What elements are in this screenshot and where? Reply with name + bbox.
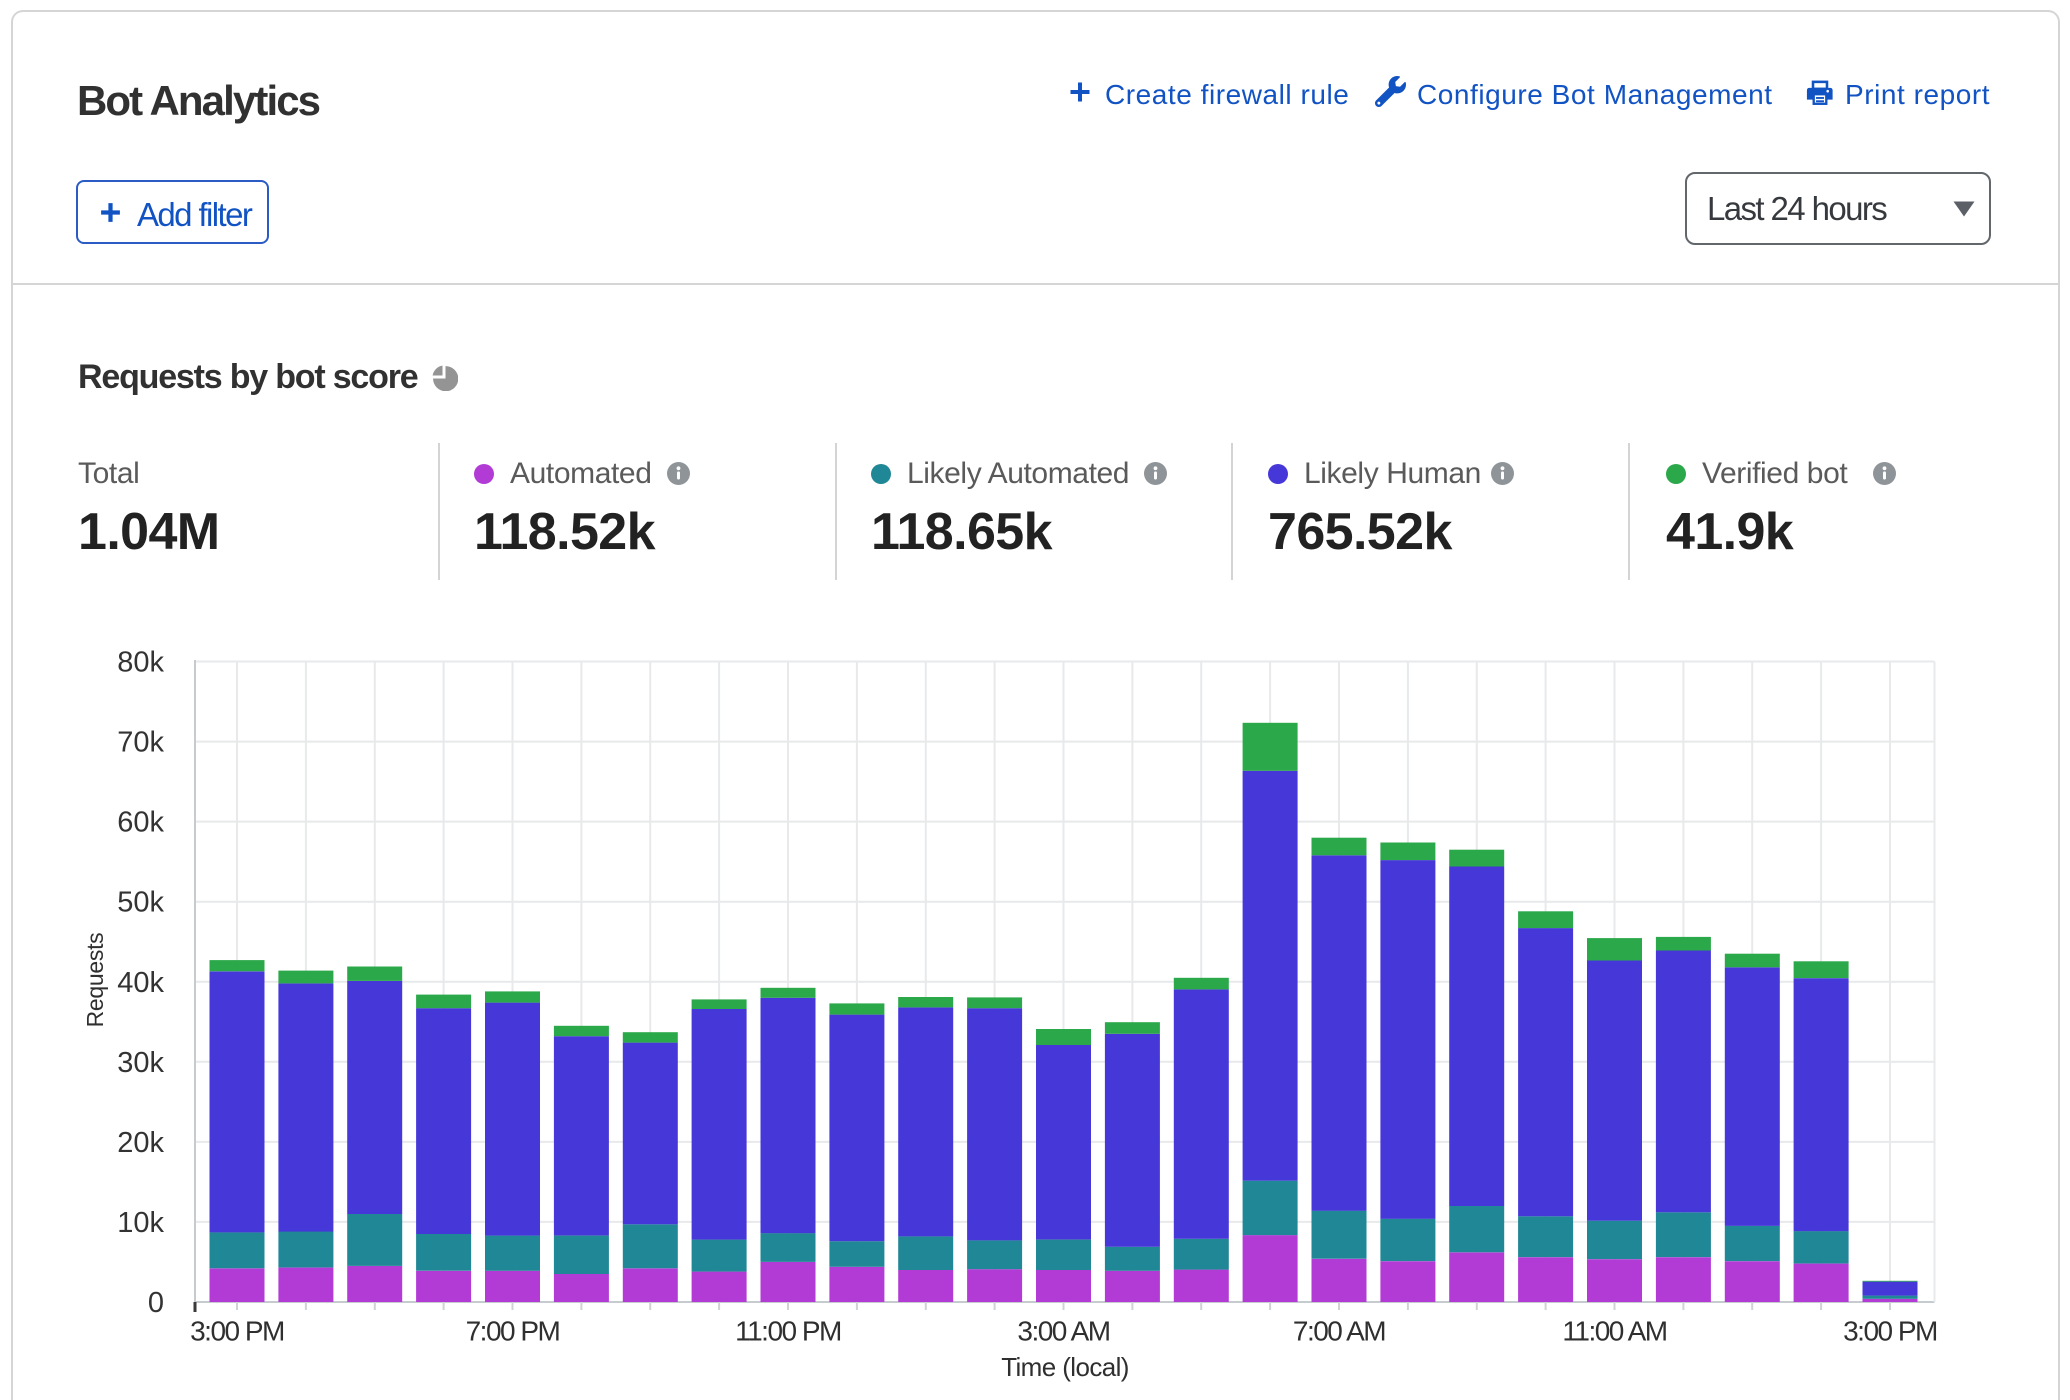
svg-text:60k: 60k <box>117 807 164 839</box>
svg-text:Time (local): Time (local) <box>1001 1352 1129 1382</box>
svg-text:70k: 70k <box>117 727 164 759</box>
svg-text:Requests: Requests <box>82 933 108 1028</box>
svg-text:3:00 PM: 3:00 PM <box>190 1316 284 1347</box>
svg-text:3:00 PM: 3:00 PM <box>1843 1316 1937 1347</box>
svg-text:7:00 AM: 7:00 AM <box>1293 1316 1385 1347</box>
svg-text:20k: 20k <box>117 1127 164 1159</box>
svg-text:0: 0 <box>148 1287 164 1319</box>
svg-text:11:00 AM: 11:00 AM <box>1562 1316 1666 1347</box>
svg-text:40k: 40k <box>117 967 164 999</box>
svg-text:11:00 PM: 11:00 PM <box>735 1316 841 1347</box>
svg-text:3:00 AM: 3:00 AM <box>1017 1316 1109 1347</box>
svg-text:7:00 PM: 7:00 PM <box>466 1316 560 1347</box>
svg-text:30k: 30k <box>117 1047 164 1079</box>
svg-text:10k: 10k <box>117 1207 164 1239</box>
svg-text:50k: 50k <box>117 887 164 919</box>
svg-text:80k: 80k <box>117 647 164 679</box>
